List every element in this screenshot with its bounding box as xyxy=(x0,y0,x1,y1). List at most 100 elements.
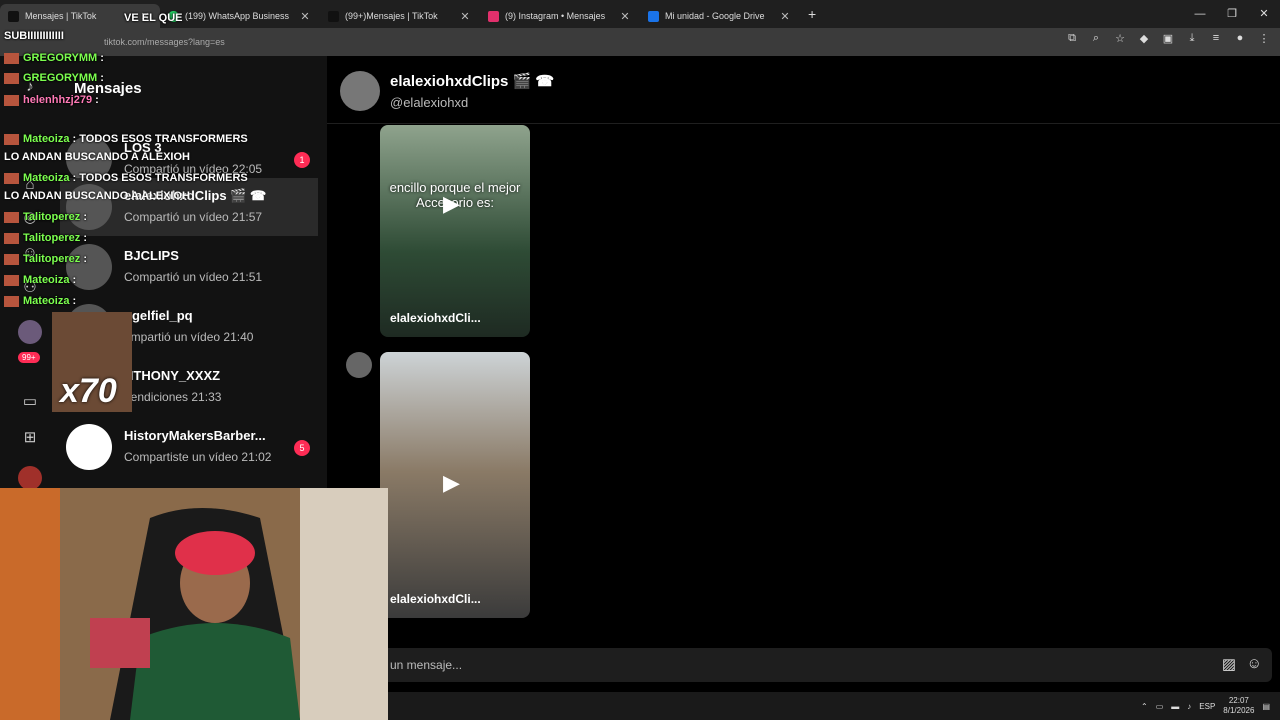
chat-header: elalexiohxdClips 🎬 ☎ @elalexiohxd xyxy=(327,56,1280,124)
tiktok-icon xyxy=(328,10,339,22)
upload-icon[interactable]: ⊞ xyxy=(18,428,42,452)
chat-username: Mateoiza xyxy=(23,172,70,184)
badge-icon xyxy=(4,274,19,286)
chevron-up-icon[interactable]: ⌃ xyxy=(1141,702,1148,711)
tab-label: (99+)Mensajes | TikTok xyxy=(345,11,438,21)
chat-username: Mateoiza xyxy=(23,133,70,145)
tab-search-icon[interactable]: ≡ xyxy=(1208,32,1224,45)
conversation-item[interactable]: HistoryMakersBarber... Compartiste un ví… xyxy=(60,418,318,476)
chat-text: : xyxy=(72,274,77,286)
stream-chat-overlay: VE EL QUE SUBIIIIIIIIIIII GREGORYMM : GR… xyxy=(0,6,320,316)
profile-avatar[interactable] xyxy=(18,466,42,490)
extension-diamond-icon[interactable]: ◆ xyxy=(1136,32,1152,45)
message-input[interactable]: un mensaje... ▨ ☺ xyxy=(382,648,1272,682)
chat-line: GREGORYMM : xyxy=(4,72,104,84)
conversation-preview: ompartió un vídeo 21:40 xyxy=(124,330,254,344)
restore-icon[interactable]: ❐ xyxy=(1216,0,1248,28)
multiplier-text: x70 xyxy=(60,372,117,410)
chat-handle: @elalexiohxd xyxy=(390,95,469,110)
clock-time: 22:07 xyxy=(1228,696,1249,705)
notifications-icon[interactable]: ▤ xyxy=(1262,702,1270,711)
badge-icon xyxy=(4,253,19,265)
chat-text: : xyxy=(95,94,99,106)
unread-badge: 5 xyxy=(294,440,310,456)
close-icon[interactable]: ✕ xyxy=(618,10,632,23)
avatar[interactable] xyxy=(340,71,380,111)
avatar[interactable] xyxy=(346,352,372,378)
volume-icon[interactable]: ♪ xyxy=(1187,702,1191,711)
conversation-name: NTHONY_XXXZ xyxy=(124,368,221,383)
message-placeholder: un mensaje... xyxy=(390,658,463,672)
multiplier-sticker: x70 xyxy=(52,312,132,412)
chat-line: Talitoperez : xyxy=(4,253,87,265)
chat-line: Mateoiza : xyxy=(4,295,76,307)
chat-line: helenhhzj279 : xyxy=(4,94,99,106)
messages-icon[interactable]: ▭ xyxy=(18,392,42,416)
menu-icon[interactable]: ⋮ xyxy=(1256,32,1272,45)
avatar xyxy=(66,424,112,470)
cast-icon[interactable]: ⧉ xyxy=(1064,32,1080,45)
chat-name[interactable]: elalexiohxdClips 🎬 ☎ xyxy=(390,72,554,90)
chat-username: Talitoperez xyxy=(23,211,81,223)
badge-icon xyxy=(4,211,19,223)
conversation-preview: bendiciones 21:33 xyxy=(124,390,222,404)
badge-icon xyxy=(4,133,19,145)
chat-text: : TODOS ESOS TRANSFORMERS xyxy=(72,133,248,145)
play-icon[interactable]: ▶ xyxy=(443,191,460,217)
network-icon[interactable]: ▭ xyxy=(1156,702,1164,711)
chat-text: : xyxy=(72,295,77,307)
avatar[interactable] xyxy=(18,320,42,344)
chat-line: LO ANDAN BUSCANDO A ALEXIOH xyxy=(4,151,190,163)
chat-line: GREGORYMM : xyxy=(4,52,104,64)
window-controls: — ❐ ✕ xyxy=(1184,0,1280,28)
battery-icon[interactable]: ▬ xyxy=(1171,702,1179,711)
chat-line: Mateoiza : TODOS ESOS TRANSFORMERS xyxy=(4,172,248,184)
chat-line: Talitoperez : xyxy=(4,211,87,223)
chat-username: Mateoiza xyxy=(23,295,70,307)
badge-icon xyxy=(4,232,19,244)
badge-icon xyxy=(4,94,19,106)
zoom-icon[interactable]: ⌕ xyxy=(1088,32,1104,45)
close-window-icon[interactable]: ✕ xyxy=(1248,0,1280,28)
chat-text: : xyxy=(100,52,104,64)
chat-line: Talitoperez : xyxy=(4,232,87,244)
play-icon[interactable]: ▶ xyxy=(443,470,460,496)
chat-line: LO ANDAN BUSCANDO A ALEXIOH xyxy=(4,190,190,202)
chat-text: : xyxy=(83,211,87,223)
chat-text: : xyxy=(83,253,87,265)
chat-line: VE EL QUE xyxy=(4,12,182,24)
video-author-label: elalexiohxdCli... xyxy=(390,311,481,325)
tab-google-drive[interactable]: Mi unidad - Google Drive ✕ xyxy=(640,4,800,28)
drive-icon xyxy=(648,10,659,22)
image-icon[interactable]: ▨ xyxy=(1222,655,1236,673)
webcam-scene xyxy=(0,488,388,720)
close-icon[interactable]: ✕ xyxy=(778,10,792,23)
badge-icon xyxy=(4,295,19,307)
profile-icon[interactable]: ● xyxy=(1232,32,1248,45)
shared-video[interactable]: ▶ elalexiohxdCli... xyxy=(380,352,530,618)
star-icon[interactable]: ☆ xyxy=(1112,32,1128,45)
badge-icon xyxy=(4,172,19,184)
chat-username: helenhhzj279 xyxy=(23,94,93,106)
webcam-feed xyxy=(0,488,388,720)
notifications-badge: 99+ xyxy=(18,352,40,363)
chat-line: Mateoiza : xyxy=(4,274,76,286)
clock[interactable]: 22:07 8/1/2026 xyxy=(1223,696,1254,716)
tab-instagram[interactable]: (9) Instagram • Mensajes ✕ xyxy=(480,4,640,28)
language-indicator[interactable]: ESP xyxy=(1199,702,1215,711)
chat-text: SUBIIIIIIIIIIII xyxy=(4,30,64,42)
tab-label: Mi unidad - Google Drive xyxy=(665,11,765,21)
emoji-icon[interactable]: ☺ xyxy=(1247,655,1262,672)
tab-tiktok-2[interactable]: (99+)Mensajes | TikTok ✕ xyxy=(320,4,480,28)
chat-text: : xyxy=(100,72,104,84)
download-icon[interactable]: ⤓ xyxy=(1184,32,1200,45)
shared-video[interactable]: encillo porque el mejor Accesorio es: ▶ … xyxy=(380,125,530,337)
chat-text: VE EL QUE xyxy=(124,12,183,24)
new-tab-button[interactable]: + xyxy=(800,6,824,22)
chat-line: SUBIIIIIIIIIIII xyxy=(4,30,64,42)
chat-text: : TODOS ESOS TRANSFORMERS xyxy=(72,172,248,184)
tab-label: (9) Instagram • Mensajes xyxy=(505,11,606,21)
close-icon[interactable]: ✕ xyxy=(458,10,472,23)
minimize-icon[interactable]: — xyxy=(1184,0,1216,28)
puzzle-icon[interactable]: ▣ xyxy=(1160,32,1176,45)
